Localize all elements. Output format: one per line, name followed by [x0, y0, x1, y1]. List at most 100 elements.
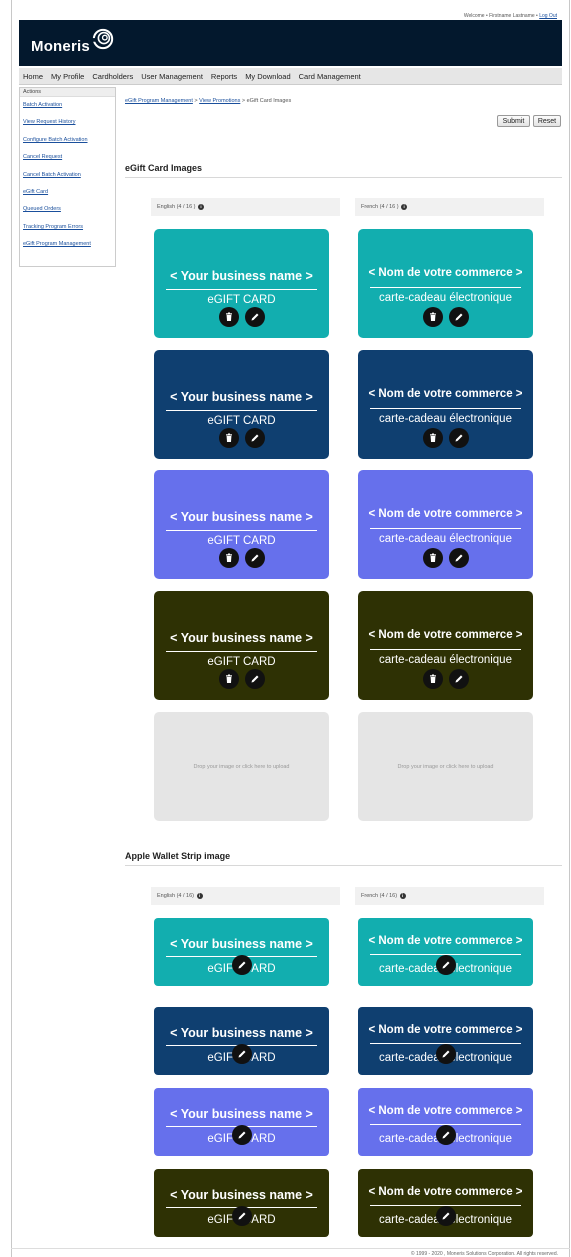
info-icon[interactable]: i [401, 203, 408, 210]
egift-card-en-4[interactable]: < Your business name > eGIFT CARD [154, 591, 329, 700]
pencil-icon[interactable] [448, 307, 469, 327]
breadcrumb-current: eGift Card Images [246, 98, 292, 104]
sidebar-item-cancel-batch-activation[interactable]: Cancel Batch Activation [23, 167, 115, 184]
nav-user-management[interactable]: User Management [141, 72, 203, 81]
wallet-strip-fr-1[interactable]: < Nom de votre commerce > carte-cadeau é… [358, 918, 533, 986]
welcome-text: Welcome • Firstname Lastname • [463, 13, 540, 19]
card-subtitle: carte-cadeau électronique [379, 413, 512, 425]
trash-icon[interactable] [422, 548, 443, 568]
card-actions [154, 548, 329, 568]
card-subtitle: eGIFT CARD [207, 294, 276, 306]
wallet-strip-en-2[interactable]: < Your business name > eGIFT CARD [154, 1007, 329, 1075]
moneris-logo[interactable]: Moneris [31, 28, 114, 55]
card-divider [166, 289, 317, 290]
card-divider [370, 408, 521, 409]
sidebar-item-cancel-request[interactable]: Cancel Request [23, 149, 115, 166]
wallet-strip-fr-4[interactable]: < Nom de votre commerce > carte-cadeau é… [358, 1169, 533, 1237]
nav-card-management[interactable]: Card Management [299, 72, 361, 81]
pencil-icon[interactable] [244, 669, 265, 689]
trash-icon[interactable] [422, 669, 443, 689]
trash-icon[interactable] [218, 307, 239, 327]
card-business-name: < Your business name > [170, 1107, 313, 1121]
info-icon[interactable]: i [399, 892, 406, 899]
wallet-strip-en-3[interactable]: < Your business name > eGIFT CARD [154, 1088, 329, 1156]
card-subtitle: eGIFT CARD [207, 535, 276, 547]
egift-card-en-2[interactable]: < Your business name > eGIFT CARD [154, 350, 329, 459]
sidebar-item-queued-orders[interactable]: Queued Orders [23, 201, 115, 218]
pencil-icon[interactable] [232, 1044, 252, 1064]
pencil-icon[interactable] [436, 1044, 456, 1064]
breadcrumb-view-promotions[interactable]: View Promotions [199, 98, 240, 104]
card-business-name: < Your business name > [170, 631, 313, 645]
card-actions [358, 428, 533, 448]
card-business-name: < Nom de votre commerce > [368, 388, 523, 400]
pencil-icon[interactable] [244, 548, 265, 568]
wallet-strip-en-4[interactable]: < Your business name > eGIFT CARD [154, 1169, 329, 1237]
pencil-icon[interactable] [232, 955, 252, 975]
card-divider [370, 649, 521, 650]
french-column-header: French (4 / 16 ) i [355, 198, 544, 216]
sidebar-item-egift-program-management[interactable]: eGift Program Management [23, 236, 115, 253]
card-business-name: < Your business name > [170, 937, 313, 951]
card-actions [154, 307, 329, 327]
trash-icon[interactable] [218, 428, 239, 448]
card-actions [358, 669, 533, 689]
pencil-icon[interactable] [436, 1206, 456, 1226]
nav-home[interactable]: Home [23, 72, 43, 81]
english-header-label: English (4 / 16 ) [157, 204, 196, 210]
sidebar-item-view-request-history[interactable]: View Request History [23, 114, 115, 131]
card-divider [370, 287, 521, 288]
sidebar-item-egift-card[interactable]: eGift Card [23, 184, 115, 201]
card-business-name: < Nom de votre commerce > [368, 267, 523, 279]
pencil-icon[interactable] [244, 307, 265, 327]
nav-my-download[interactable]: My Download [245, 72, 290, 81]
pencil-icon[interactable] [448, 669, 469, 689]
card-subtitle: carte-cadeau électronique [379, 292, 512, 304]
nav-cardholders[interactable]: Cardholders [92, 72, 133, 81]
breadcrumb-program-management[interactable]: eGift Program Management [125, 98, 193, 104]
card-business-name: < Nom de votre commerce > [368, 1186, 523, 1198]
pencil-icon[interactable] [244, 428, 265, 448]
card-business-name: < Your business name > [170, 1026, 313, 1040]
welcome-bar: Welcome • Firstname Lastname • Log Out [464, 13, 557, 19]
header-bar: Moneris [19, 20, 562, 66]
egift-card-en-3[interactable]: < Your business name > eGIFT CARD [154, 470, 329, 579]
egift-card-fr-4[interactable]: < Nom de votre commerce > carte-cadeau é… [358, 591, 533, 700]
reset-button[interactable]: Reset [533, 115, 561, 127]
pencil-icon[interactable] [448, 548, 469, 568]
trash-icon[interactable] [218, 548, 239, 568]
pencil-icon[interactable] [436, 1125, 456, 1145]
egift-card-en-1[interactable]: < Your business name > eGIFT CARD [154, 229, 329, 338]
upload-dropzone-en[interactable]: Drop your image or click here to upload [154, 712, 329, 821]
trash-icon[interactable] [422, 428, 443, 448]
pencil-icon[interactable] [436, 955, 456, 975]
egift-card-fr-2[interactable]: < Nom de votre commerce > carte-cadeau é… [358, 350, 533, 459]
section-divider [125, 865, 562, 866]
pencil-icon[interactable] [232, 1206, 252, 1226]
sidebar-item-tracking-program-errors[interactable]: Tracking Program Errors [23, 219, 115, 236]
sidebar-item-batch-activation[interactable]: Batch Activation [23, 97, 115, 114]
sidebar-item-configure-batch-activation[interactable]: Configure Batch Activation [23, 132, 115, 149]
info-icon[interactable]: i [196, 892, 203, 899]
trash-icon[interactable] [218, 669, 239, 689]
wallet-strip-en-1[interactable]: < Your business name > eGIFT CARD [154, 918, 329, 986]
trash-icon[interactable] [422, 307, 443, 327]
logout-link[interactable]: Log Out [539, 13, 557, 19]
card-divider [166, 410, 317, 411]
french-column-header: French (4 / 16) i [355, 887, 544, 905]
french-header-label: French (4 / 16) [361, 893, 398, 899]
wallet-strip-fr-2[interactable]: < Nom de votre commerce > carte-cadeau é… [358, 1007, 533, 1075]
info-icon[interactable]: i [198, 203, 205, 210]
english-header-label: English (4 / 16) [157, 893, 194, 899]
submit-button[interactable]: Submit [497, 115, 530, 127]
pencil-icon[interactable] [448, 428, 469, 448]
nav-my-profile[interactable]: My Profile [51, 72, 84, 81]
wallet-strip-fr-3[interactable]: < Nom de votre commerce > carte-cadeau é… [358, 1088, 533, 1156]
main-nav: Home My Profile Cardholders User Managem… [19, 68, 562, 85]
pencil-icon[interactable] [232, 1125, 252, 1145]
wallet-strip-title: Apple Wallet Strip image [125, 851, 231, 861]
nav-reports[interactable]: Reports [211, 72, 237, 81]
egift-card-fr-3[interactable]: < Nom de votre commerce > carte-cadeau é… [358, 470, 533, 579]
upload-dropzone-fr[interactable]: Drop your image or click here to upload [358, 712, 533, 821]
egift-card-fr-1[interactable]: < Nom de votre commerce > carte-cadeau é… [358, 229, 533, 338]
